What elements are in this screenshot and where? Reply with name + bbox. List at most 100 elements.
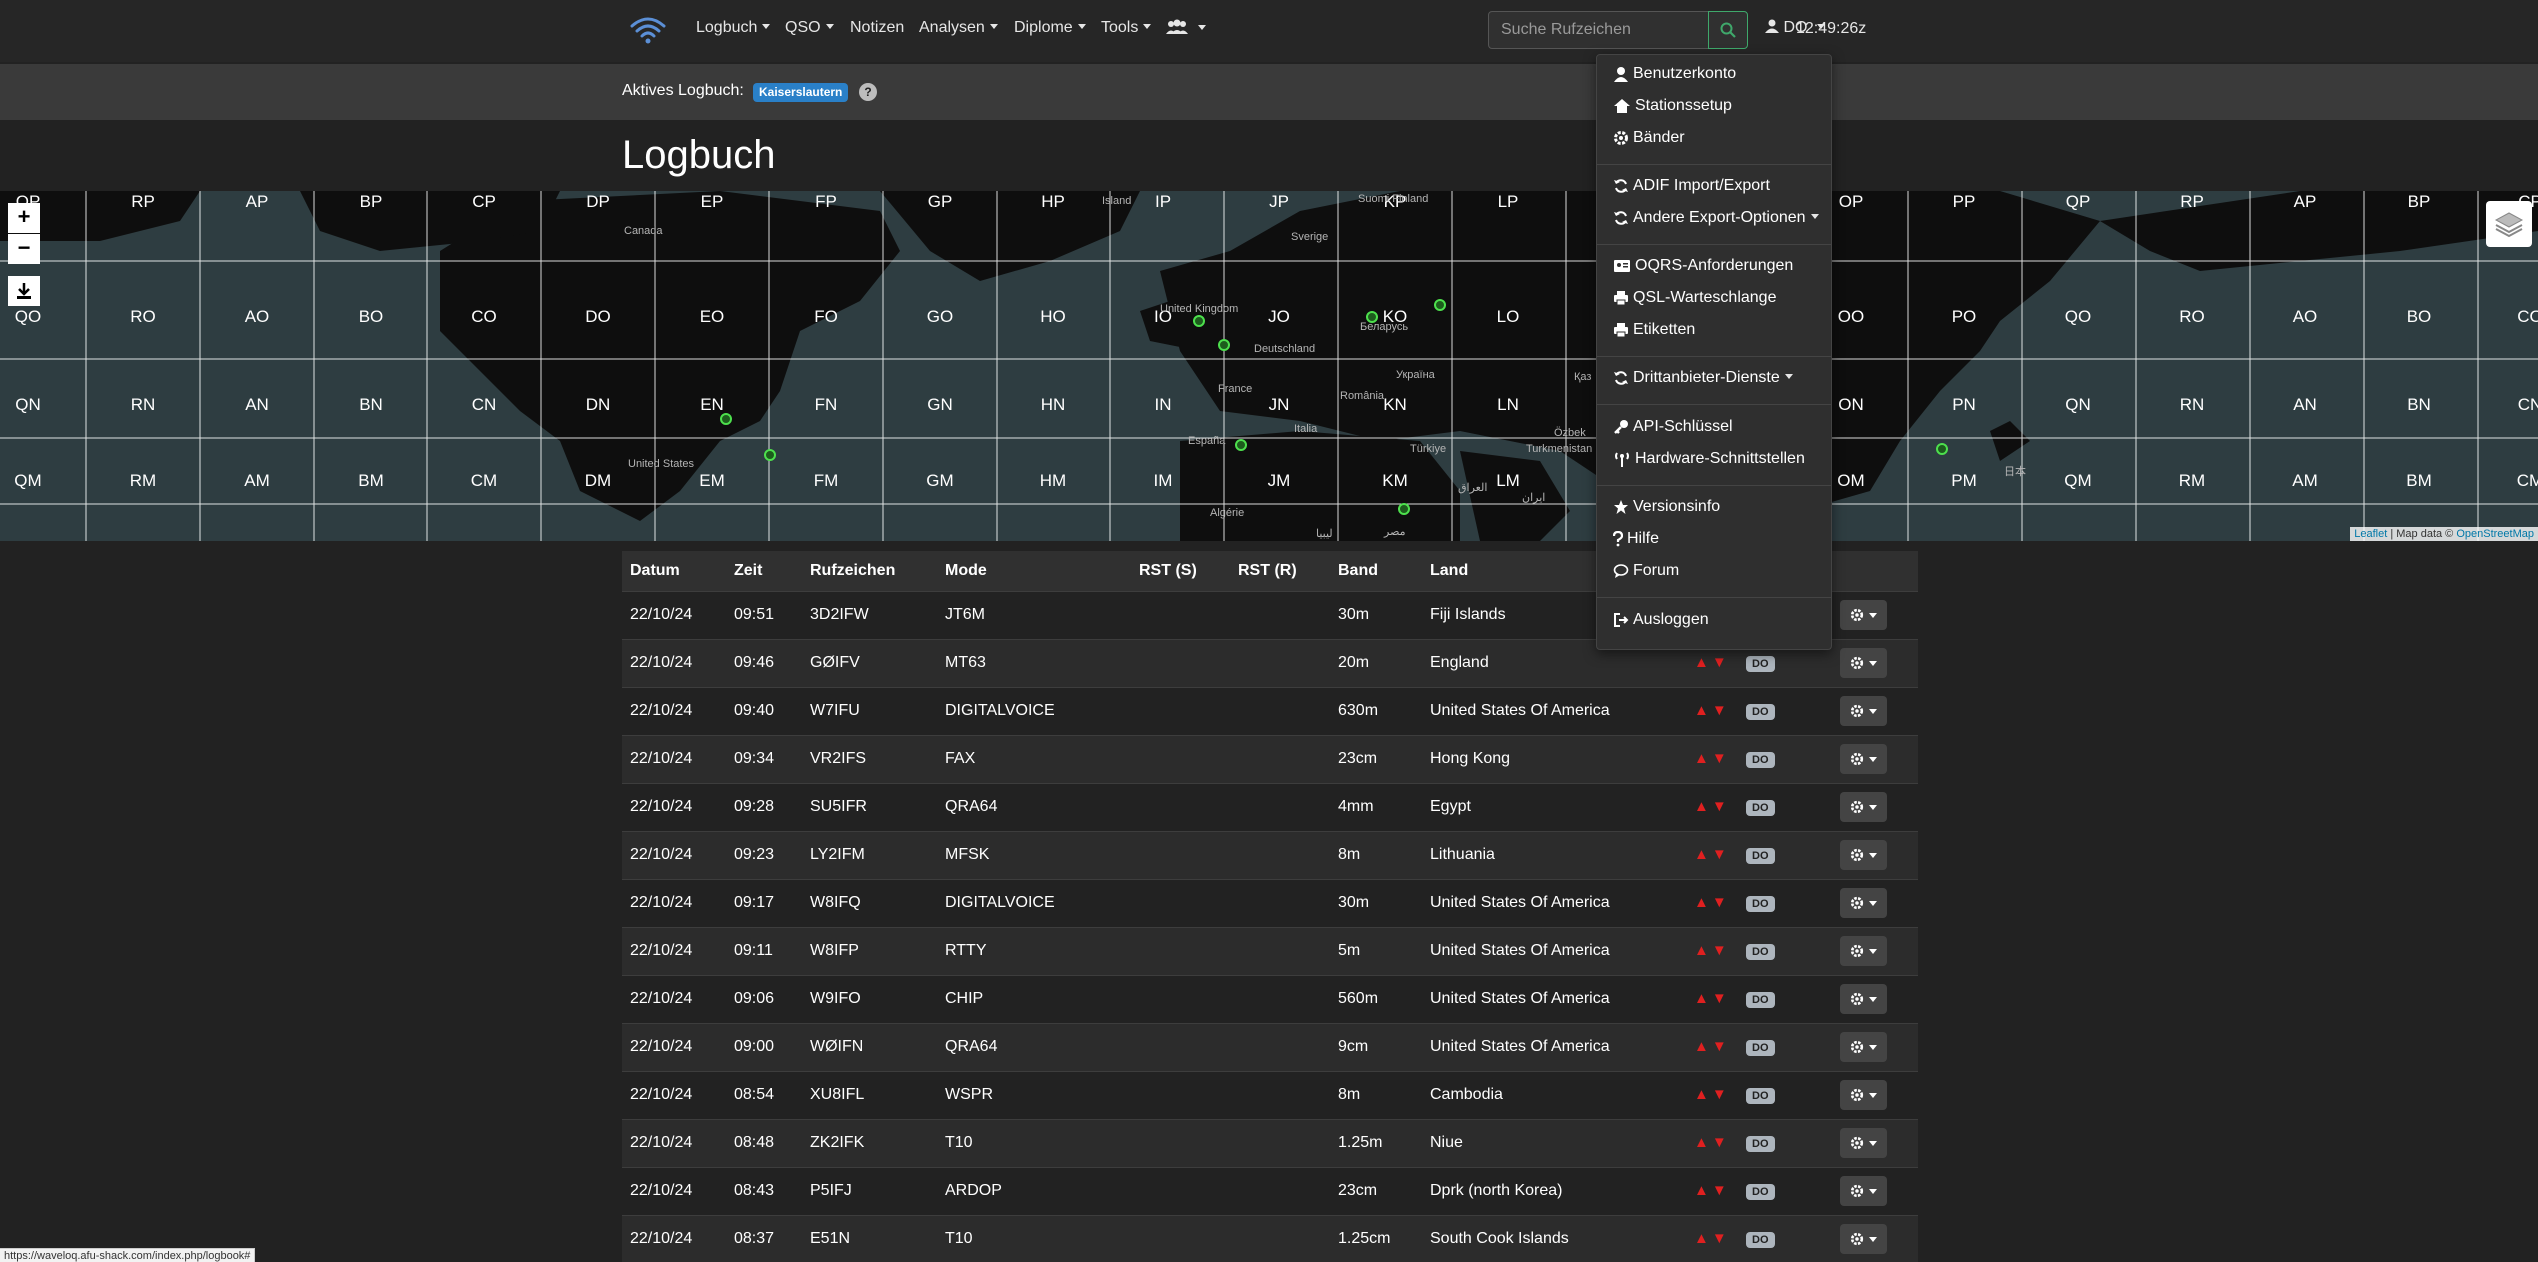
map-layers-button[interactable] <box>2486 201 2532 247</box>
qso-marker[interactable] <box>1235 439 1247 451</box>
col-zeit[interactable]: Zeit <box>726 551 802 591</box>
row-actions-button[interactable] <box>1840 744 1887 774</box>
nav-diplome[interactable]: Diplome <box>1014 19 1086 37</box>
qsl-status-arrows-icon[interactable]: ▲▼ <box>1694 1182 1730 1199</box>
cell-callsign[interactable]: SU5IFR <box>802 782 937 831</box>
nav-notizen[interactable]: Notizen <box>850 19 904 37</box>
sync-icon <box>1614 179 1628 193</box>
qsl-status-arrows-icon[interactable]: ▲▼ <box>1694 1086 1730 1103</box>
map-place-label: Беларусь <box>1360 321 1409 333</box>
qso-marker[interactable] <box>1398 503 1410 515</box>
nav-qso[interactable]: QSO <box>785 19 834 37</box>
nav-analysen[interactable]: Analysen <box>919 19 998 37</box>
col-band[interactable]: Band <box>1330 551 1422 591</box>
cell-callsign[interactable]: P5IFJ <box>802 1166 937 1215</box>
cell-callsign[interactable]: W8IFP <box>802 926 937 975</box>
qsl-status-arrows-icon[interactable]: ▲▼ <box>1694 846 1730 863</box>
row-actions-button[interactable] <box>1840 792 1887 822</box>
nav-tools[interactable]: Tools <box>1101 19 1151 37</box>
callsign-search-input[interactable] <box>1488 11 1709 49</box>
cell-country: United States Of America <box>1422 926 1686 975</box>
qso-marker[interactable] <box>1218 339 1230 351</box>
qso-map[interactable]: QPRPAPBPCPDPEPFPGPHPIPJPKPLPMPNPOPPPQPRP… <box>0 191 2538 541</box>
cell-callsign[interactable]: GØIFV <box>802 638 937 687</box>
user-icon <box>1614 67 1628 82</box>
col-rst-sent[interactable]: RST (S) <box>1131 551 1230 591</box>
leaflet-link[interactable]: Leaflet <box>2354 528 2387 540</box>
col-mode[interactable]: Mode <box>937 551 1131 591</box>
cell-country: United States Of America <box>1422 686 1686 735</box>
qsl-status-arrows-icon[interactable]: ▲▼ <box>1694 798 1730 815</box>
qsl-status-arrows-icon[interactable]: ▲▼ <box>1694 1038 1730 1055</box>
cell-callsign[interactable]: XU8IFL <box>802 1070 937 1119</box>
menu-oqrs-anforderungen[interactable]: OQRS-Anforderungen <box>1613 257 1793 275</box>
qsl-status-arrows-icon[interactable]: ▲▼ <box>1694 654 1730 671</box>
menu-drittanbieter-dienste[interactable]: Drittanbieter-Dienste <box>1613 369 1793 387</box>
qsl-status-arrows-icon[interactable]: ▲▼ <box>1694 702 1730 719</box>
row-actions-button[interactable] <box>1840 1128 1887 1158</box>
grid-square-label: ON <box>1838 395 1864 414</box>
qso-marker[interactable] <box>1936 443 1948 455</box>
table-row: 22/10/24 08:48 ZK2IFK T10 1.25m Niue ▲▼ DO <box>622 1118 1918 1167</box>
zoom-in-button[interactable]: + <box>8 203 40 233</box>
cell-callsign[interactable]: E51N <box>802 1214 937 1262</box>
row-actions-button[interactable] <box>1840 1032 1887 1062</box>
map-download-button[interactable] <box>8 276 40 306</box>
cell-band: 4mm <box>1330 782 1422 831</box>
menu-baender[interactable]: Bänder <box>1613 129 1685 147</box>
cell-callsign[interactable]: ZK2IFK <box>802 1118 937 1167</box>
menu-stationssetup[interactable]: Stationssetup <box>1613 97 1732 115</box>
qso-marker[interactable] <box>1434 299 1446 311</box>
zoom-out-button[interactable]: − <box>8 234 40 264</box>
menu-hilfe[interactable]: Hilfe <box>1613 530 1659 548</box>
qsl-status-arrows-icon[interactable]: ▲▼ <box>1694 990 1730 1007</box>
menu-adif-import-export[interactable]: ADIF Import/Export <box>1613 177 1770 195</box>
qsl-status-arrows-icon[interactable]: ▲▼ <box>1694 894 1730 911</box>
qsl-status-arrows-icon[interactable]: ▲▼ <box>1694 1230 1730 1247</box>
openstreetmap-link[interactable]: OpenStreetMap <box>2456 528 2534 540</box>
grid-square-label: JN <box>1268 395 1290 414</box>
cell-callsign[interactable]: W9IFO <box>802 974 937 1023</box>
cell-callsign[interactable]: LY2IFM <box>802 830 937 879</box>
menu-andere-export-optionen[interactable]: Andere Export-Optionen <box>1613 209 1819 227</box>
cell-callsign[interactable]: 3D2IFW <box>802 590 937 639</box>
row-actions-button[interactable] <box>1840 984 1887 1014</box>
row-actions-button[interactable] <box>1840 600 1887 630</box>
cell-callsign[interactable]: W8IFQ <box>802 878 937 927</box>
nav-group-menu[interactable] <box>1165 19 1206 38</box>
cell-callsign[interactable]: VR2IFS <box>802 734 937 783</box>
col-rufzeichen[interactable]: Rufzeichen <box>802 551 937 591</box>
help-icon[interactable]: ? <box>859 83 877 101</box>
cell-callsign[interactable]: WØIFN <box>802 1022 937 1071</box>
row-actions-button[interactable] <box>1840 696 1887 726</box>
menu-hardware-schnittstellen[interactable]: Hardware-Schnittstellen <box>1613 450 1805 468</box>
wavelog-logo-icon[interactable] <box>627 10 669 52</box>
cell-mode: FAX <box>937 734 1131 783</box>
qso-marker[interactable] <box>1366 311 1378 323</box>
menu-api-schluessel[interactable]: API-Schlüssel <box>1613 418 1733 436</box>
qsl-status-arrows-icon[interactable]: ▲▼ <box>1694 942 1730 959</box>
search-button[interactable] <box>1708 11 1748 49</box>
cell-callsign[interactable]: W7IFU <box>802 686 937 735</box>
qso-marker[interactable] <box>764 449 776 461</box>
menu-etiketten[interactable]: Etiketten <box>1613 321 1695 339</box>
qsl-status-arrows-icon[interactable]: ▲▼ <box>1694 750 1730 767</box>
row-actions-button[interactable] <box>1840 1080 1887 1110</box>
qso-marker[interactable] <box>1193 315 1205 327</box>
col-rst-received[interactable]: RST (R) <box>1230 551 1330 591</box>
col-datum[interactable]: Datum <box>622 551 726 591</box>
menu-ausloggen[interactable]: Ausloggen <box>1613 611 1709 629</box>
row-actions-button[interactable] <box>1840 888 1887 918</box>
row-actions-button[interactable] <box>1840 1176 1887 1206</box>
row-actions-button[interactable] <box>1840 648 1887 678</box>
menu-versionsinfo[interactable]: Versionsinfo <box>1613 498 1720 516</box>
menu-forum[interactable]: Forum <box>1613 562 1679 580</box>
row-actions-button[interactable] <box>1840 840 1887 870</box>
nav-logbuch[interactable]: Logbuch <box>696 19 770 37</box>
qso-marker[interactable] <box>720 413 732 425</box>
row-actions-button[interactable] <box>1840 936 1887 966</box>
qsl-status-arrows-icon[interactable]: ▲▼ <box>1694 1134 1730 1151</box>
menu-qsl-warteschlange[interactable]: QSL-Warteschlange <box>1613 289 1776 307</box>
menu-benutzerkonto[interactable]: Benutzerkonto <box>1613 65 1736 83</box>
row-actions-button[interactable] <box>1840 1224 1887 1255</box>
